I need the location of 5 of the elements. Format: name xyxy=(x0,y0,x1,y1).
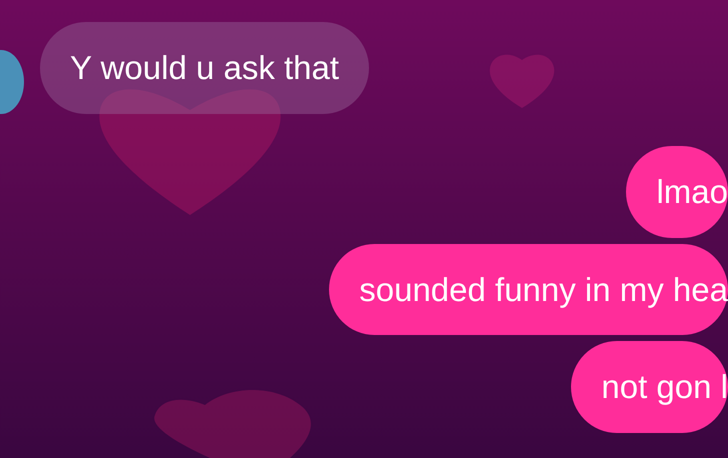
heart-shape xyxy=(490,54,554,108)
sent-message: sounded funny in my hea xyxy=(329,244,728,336)
sent-message: not gon l xyxy=(571,341,728,433)
sent-message: lmao xyxy=(626,146,728,238)
received-message: Y would u ask that xyxy=(40,22,370,114)
